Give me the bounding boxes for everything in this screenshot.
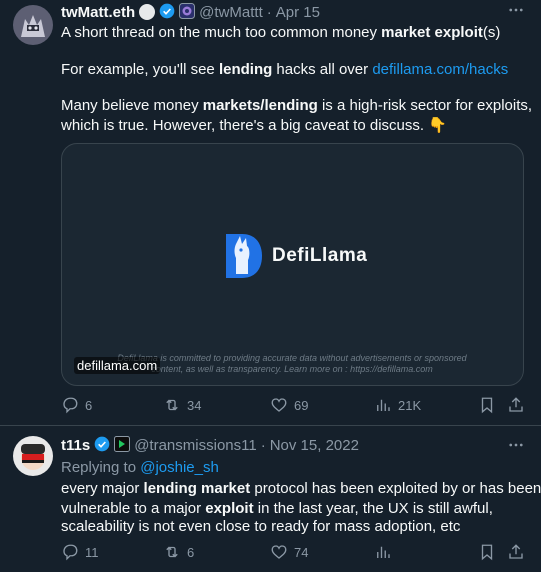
verified-icon [94, 436, 110, 454]
replying-to-handle[interactable]: @joshie_sh [140, 459, 219, 476]
views-button[interactable] [374, 543, 392, 561]
retweet-icon [166, 546, 178, 558]
views-count: 21K [398, 397, 422, 413]
display-name[interactable]: t11s [61, 437, 90, 454]
tweet-date[interactable]: Nov 15, 2022 [270, 437, 359, 454]
share-button[interactable] [507, 543, 525, 561]
like-button[interactable]: 74 [270, 543, 308, 561]
tweet1-text-line3: Many believe money markets/lending is a … [61, 96, 532, 116]
affiliate-badge-icon [179, 3, 196, 21]
bookmark-button[interactable] [478, 396, 496, 414]
link-card[interactable]: DefiLlama DefiLlama is committed to prov… [61, 143, 524, 386]
handle[interactable]: @twMattt [199, 4, 263, 21]
text-segment: in the last year, the UX is still awful, [253, 500, 493, 517]
text-segment: every major [61, 480, 144, 497]
text-bold: market exploit [381, 24, 483, 41]
tweet2-header: t11s @transmissions11 · Nov 15, 2022 [61, 436, 359, 454]
text-bold: markets/lending [202, 97, 318, 114]
share-button[interactable] [507, 396, 525, 414]
hacks-link[interactable]: defillama.com/hacks [372, 61, 508, 78]
separator: · [260, 436, 266, 454]
handle[interactable]: @transmissions11 [134, 437, 257, 454]
more-icon[interactable] [507, 436, 525, 459]
replying-to-label: Replying to [61, 459, 141, 476]
bookmark-button[interactable] [478, 543, 496, 561]
text-segment: For example, you'll see [61, 61, 219, 78]
views-icon [377, 546, 390, 558]
reply-button[interactable]: 11 [61, 543, 99, 561]
text-segment: A short thread on the much too common mo… [61, 24, 382, 41]
retweet-icon [166, 399, 178, 411]
white-circle-badge-icon [139, 4, 156, 20]
like-button[interactable]: 69 [270, 396, 308, 414]
text-segment: (s) [482, 24, 501, 41]
tweet1-text-line4: which is true. However, there's a big ca… [61, 117, 447, 134]
bookmark-icon [481, 397, 493, 414]
like-icon [271, 545, 287, 559]
text-segment: Many believe money [61, 97, 203, 114]
share-icon [509, 397, 523, 412]
like-count: 69 [294, 397, 309, 413]
brand-name: DefiLlama [272, 245, 368, 266]
reply-button[interactable]: 6 [61, 396, 92, 414]
reply-icon [63, 544, 78, 561]
tweet1-text-line1: A short thread on the much too common mo… [61, 23, 500, 43]
views-button[interactable]: 21K [374, 396, 421, 414]
share-icon [509, 544, 523, 559]
more-icon[interactable] [507, 1, 525, 24]
text-segment: is a high-risk sector for exploits, [317, 97, 533, 114]
card-domain[interactable]: defillama.com [74, 357, 161, 374]
retweet-count: 34 [187, 397, 202, 413]
replying-to: Replying to @joshie_sh [61, 459, 219, 476]
tweet-date[interactable]: Apr 15 [276, 4, 320, 21]
text-segment: protocol has been exploited by or has be… [250, 480, 541, 497]
avatar-t11s[interactable] [13, 436, 53, 476]
retweet-button[interactable]: 34 [163, 396, 201, 414]
tweet1-text-line2: For example, you'll see lending hacks al… [61, 60, 508, 80]
reply-count: 6 [85, 397, 93, 413]
text-segment: vulnerable to a major [61, 500, 206, 517]
text-bold: exploit [205, 500, 254, 517]
like-icon [271, 398, 287, 412]
text-segment: hacks all over [272, 61, 373, 78]
reply-count: 11 [85, 544, 99, 560]
bookmark-icon [481, 544, 493, 561]
verified-icon [159, 3, 175, 21]
text-bold: lending market [143, 480, 251, 497]
defillama-logo: DefiLlama [222, 230, 367, 282]
tweet2-text-line2: vulnerable to a major exploit in the las… [61, 499, 493, 519]
affiliate-badge-icon [114, 436, 131, 454]
tweet2-text-line3: scaleability is not even close to ready … [61, 518, 461, 535]
separator: · [266, 3, 272, 21]
retweet-count: 6 [187, 544, 195, 560]
avatar-twmatt[interactable] [13, 5, 53, 45]
text-bold: lending [218, 61, 273, 78]
llama-logo-icon [226, 234, 262, 278]
display-name[interactable]: twMatt.eth [61, 4, 135, 21]
reply-icon [63, 397, 78, 414]
tweet-divider [0, 425, 541, 426]
views-icon [377, 399, 390, 411]
tweet1-header: twMatt.eth @twMattt · Apr 15 [61, 3, 320, 21]
like-count: 74 [294, 544, 309, 560]
tweet2-text-line1: every major lending market protocol has … [61, 479, 541, 499]
retweet-button[interactable]: 6 [163, 543, 194, 561]
